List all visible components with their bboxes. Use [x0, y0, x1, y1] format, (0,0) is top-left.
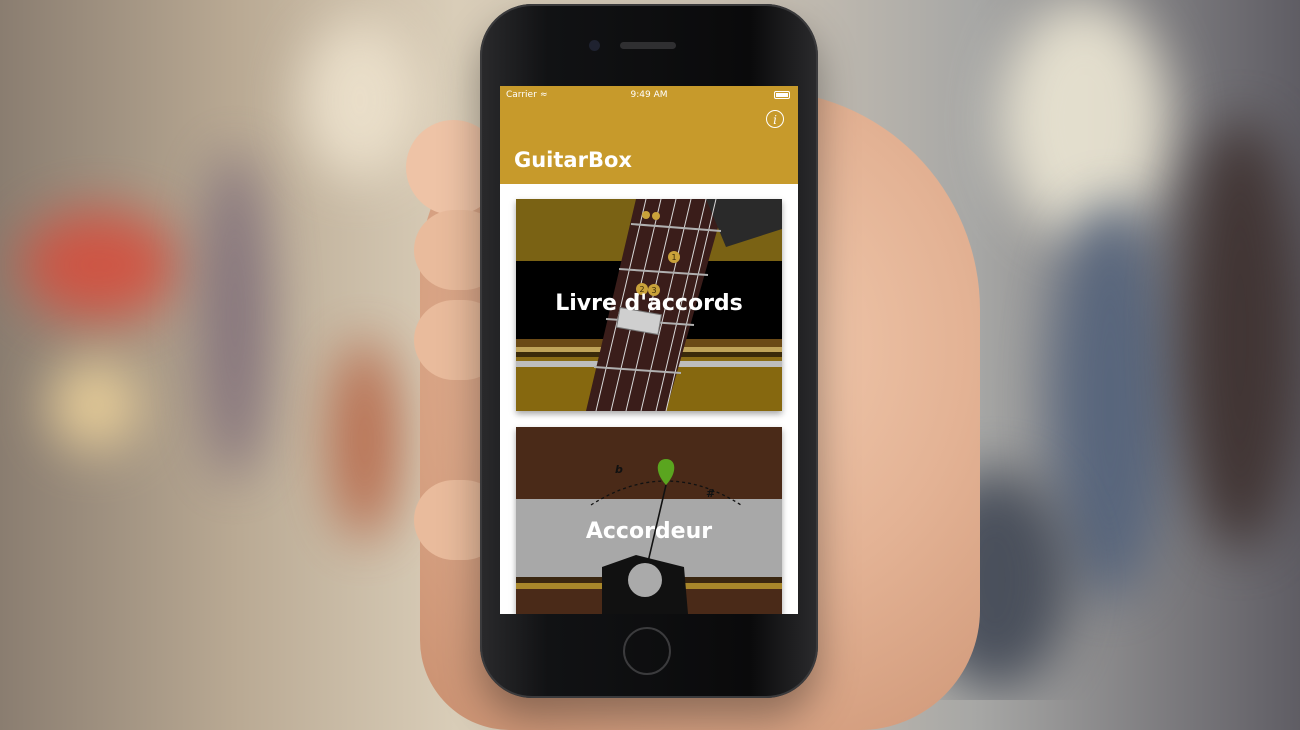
clock: 9:49 AM: [630, 90, 668, 100]
info-icon[interactable]: i: [766, 110, 784, 128]
home-button[interactable]: [623, 627, 671, 675]
chord-book-card[interactable]: 1 2 3 Livre d'accords: [516, 199, 782, 411]
flat-symbol: b: [615, 463, 623, 476]
phone-screen: Carrier ≈ 9:49 AM i GuitarBox 1 2 3 Livr…: [500, 86, 798, 614]
front-camera: [589, 40, 600, 51]
earpiece-speaker: [620, 42, 676, 49]
nav-bar: Carrier ≈ 9:49 AM i GuitarBox: [500, 86, 798, 184]
bokeh-window: [1000, 0, 1170, 240]
app-title: GuitarBox: [514, 148, 632, 172]
tuner-card[interactable]: b # Accordeur: [516, 427, 782, 614]
sharp-symbol: #: [706, 487, 715, 500]
blurred-person: [1180, 120, 1300, 550]
bokeh-red: [20, 210, 180, 320]
chord-book-label: Livre d'accords: [555, 291, 743, 316]
blurred-person: [1050, 200, 1170, 600]
battery-icon: [774, 91, 790, 99]
tuner-label: Accordeur: [585, 519, 713, 544]
finger-dot-label: 1: [671, 253, 676, 262]
status-bar: Carrier ≈ 9:49 AM: [500, 86, 798, 104]
blurred-person: [200, 150, 270, 480]
bokeh-light: [50, 360, 140, 450]
bokeh-window: [300, 20, 420, 180]
blurred-person: [330, 340, 400, 540]
